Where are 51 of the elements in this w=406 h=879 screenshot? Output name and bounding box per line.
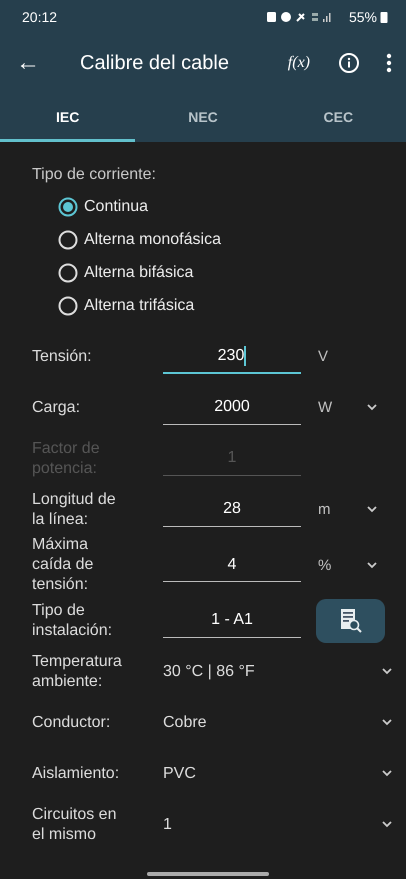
info-icon[interactable] bbox=[338, 52, 360, 74]
radio-button[interactable] bbox=[58, 296, 78, 316]
field-label: Longitud de la línea: bbox=[32, 490, 117, 530]
back-button[interactable]: ← bbox=[16, 49, 56, 77]
table-search-icon bbox=[338, 608, 362, 634]
field-label: Temperatura ambiente: bbox=[32, 652, 123, 692]
field-label: Carga: bbox=[32, 398, 82, 418]
field-label: Circuitos en el mismo bbox=[32, 804, 118, 844]
input-field[interactable]: 4 bbox=[163, 548, 301, 582]
screen-title: Calibre del cable bbox=[80, 52, 230, 74]
table-search-button[interactable] bbox=[316, 598, 385, 642]
input-field[interactable]: 1 - A1 bbox=[163, 604, 301, 638]
unit-label: % bbox=[318, 556, 332, 574]
dropdown-select[interactable]: PVC bbox=[163, 764, 372, 782]
radio-label: Alterna trifásica bbox=[84, 296, 194, 314]
radio-button[interactable] bbox=[58, 262, 78, 282]
input-field[interactable]: 28 bbox=[163, 492, 301, 526]
field-label: Aislamiento: bbox=[32, 764, 120, 784]
unit-label: V bbox=[318, 348, 328, 365]
radio-button[interactable] bbox=[58, 196, 78, 216]
field-label: Conductor: bbox=[32, 712, 112, 732]
chevron-down-icon[interactable] bbox=[382, 770, 392, 777]
current-type-label: Tipo de corriente: bbox=[32, 166, 157, 184]
field-label: Máxima caída de tensión: bbox=[32, 535, 94, 595]
input-field[interactable]: 2000 bbox=[163, 390, 301, 424]
unit-label: W bbox=[318, 399, 332, 416]
battery-percent: 55% bbox=[348, 9, 377, 25]
chevron-down-icon[interactable] bbox=[367, 562, 377, 568]
input-field[interactable]: 230 bbox=[163, 340, 301, 374]
radio-label: Alterna monofásica bbox=[84, 230, 221, 248]
radio-button[interactable] bbox=[58, 230, 78, 250]
more-icon[interactable] bbox=[386, 53, 392, 73]
tab[interactable]: NEC bbox=[135, 92, 271, 142]
dropdown-select[interactable]: Cobre bbox=[163, 714, 372, 732]
radio-label: Continua bbox=[84, 198, 148, 216]
tab[interactable]: CEC bbox=[270, 92, 406, 142]
chevron-down-icon[interactable] bbox=[382, 668, 392, 675]
status-time: 20:12 bbox=[22, 9, 58, 25]
chevron-down-icon[interactable] bbox=[382, 821, 392, 828]
chevron-down-icon[interactable] bbox=[382, 719, 392, 726]
unit-label: m bbox=[318, 501, 330, 518]
radio-label: Alterna bifásica bbox=[84, 264, 194, 282]
field-label: Tipo de instalación: bbox=[32, 600, 114, 640]
formula-button[interactable]: f(x) bbox=[288, 54, 310, 72]
chevron-down-icon[interactable] bbox=[367, 404, 377, 411]
field-label: Tensión: bbox=[32, 346, 93, 366]
dropdown-select[interactable]: 30 °C | 86 °F bbox=[163, 662, 372, 680]
battery-icon bbox=[380, 11, 388, 23]
tab[interactable]: IEC bbox=[0, 92, 136, 142]
dropdown-select[interactable]: 1 bbox=[163, 816, 372, 834]
chevron-down-icon[interactable] bbox=[367, 506, 377, 513]
